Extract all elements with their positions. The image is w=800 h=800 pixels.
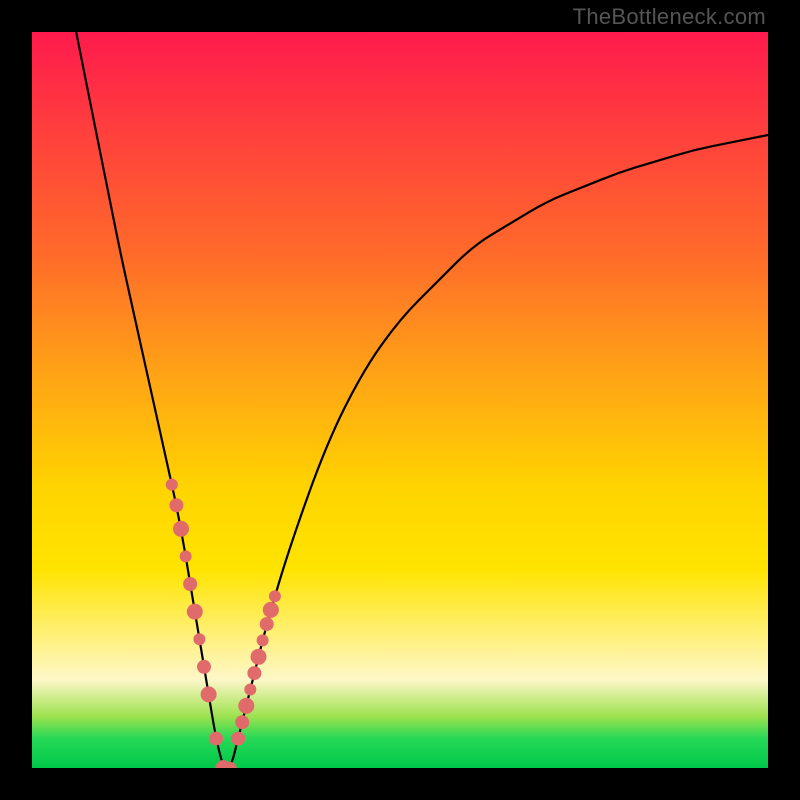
chart-frame: TheBottleneck.com xyxy=(0,0,800,800)
curve-marker xyxy=(257,634,269,646)
curve-marker xyxy=(193,633,205,645)
watermark-text: TheBottleneck.com xyxy=(573,4,766,30)
curve-layer xyxy=(32,32,768,768)
curve-marker xyxy=(187,604,203,620)
curve-marker xyxy=(238,698,254,714)
curve-marker xyxy=(183,577,197,591)
curve-marker xyxy=(244,684,256,696)
curve-marker xyxy=(180,550,192,562)
curve-marker xyxy=(263,602,279,618)
plot-area xyxy=(32,32,768,768)
curve-marker xyxy=(251,649,267,665)
curve-marker xyxy=(197,660,211,674)
marker-layer xyxy=(166,479,281,768)
curve-marker xyxy=(260,617,274,631)
curve-marker xyxy=(173,521,189,537)
curve-marker xyxy=(235,715,249,729)
curve-marker xyxy=(247,666,261,680)
bottleneck-curve xyxy=(76,32,768,768)
curve-marker xyxy=(269,590,281,602)
curve-marker xyxy=(209,732,223,746)
curve-marker xyxy=(203,688,215,700)
curve-marker xyxy=(166,479,178,491)
curve-marker xyxy=(231,732,245,746)
curve-marker xyxy=(169,498,183,512)
